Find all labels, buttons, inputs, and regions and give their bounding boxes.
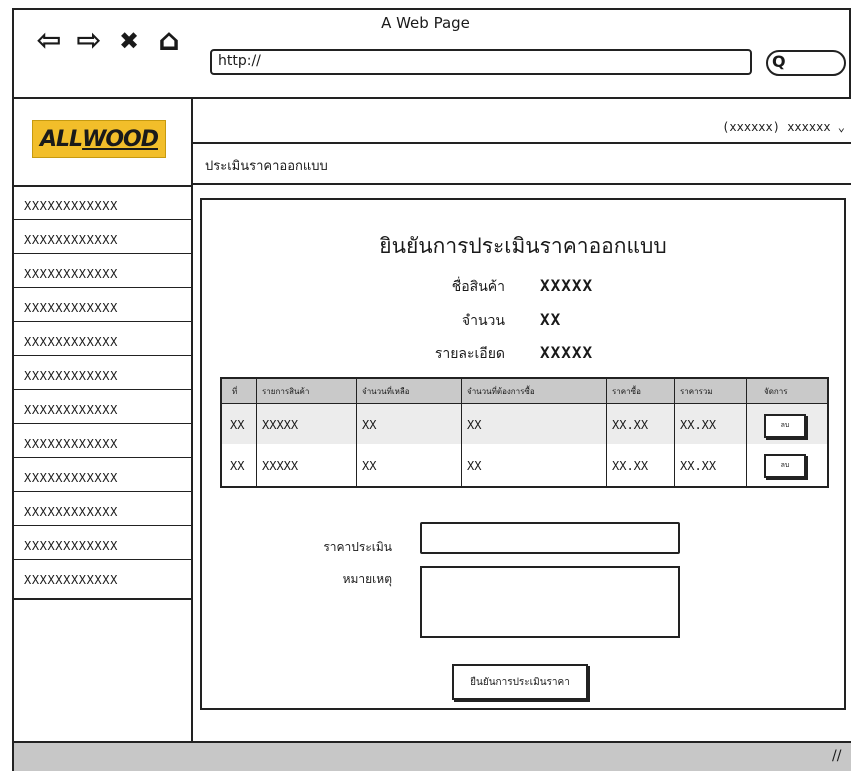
user-menu-dropdown[interactable]: (xxxxxx) xxxxxx ⌄ bbox=[660, 120, 845, 134]
product-name-value: XXXXX bbox=[540, 276, 594, 295]
cell-price: XX.XX bbox=[612, 418, 649, 432]
col-header-wanted: จำนวนที่ต้องการซื้อ bbox=[467, 387, 535, 396]
col-header-remaining: จำนวนที่เหลือ bbox=[362, 387, 410, 396]
col-header-item: รายการสินค้า bbox=[262, 387, 310, 396]
menu-divider bbox=[14, 355, 191, 356]
table-header: ที่ รายการสินค้า จำนวนที่เหลือ จำนวนที่ต… bbox=[222, 379, 827, 403]
sidebar-item[interactable]: XXXXXXXXXXXX bbox=[24, 233, 184, 247]
sidebar-item[interactable]: XXXXXXXXXXXX bbox=[24, 437, 184, 451]
cell-remaining: XX bbox=[362, 459, 377, 473]
cell-no: XX bbox=[230, 459, 245, 473]
table-column-rule bbox=[356, 379, 357, 486]
quantity-value: XX bbox=[540, 310, 562, 329]
col-header-price: ราคาซื้อ bbox=[612, 387, 641, 396]
table-column-rule bbox=[461, 379, 462, 486]
cell-no: XX bbox=[230, 418, 245, 432]
cell-total: XX.XX bbox=[680, 418, 717, 432]
sidebar-menu: XXXXXXXXXXXX XXXXXXXXXXXX XXXXXXXXXXXX X… bbox=[12, 185, 193, 600]
url-input[interactable]: http:// bbox=[210, 49, 752, 75]
menu-divider bbox=[14, 423, 191, 424]
sidebar-item[interactable]: XXXXXXXXXXXX bbox=[24, 573, 184, 587]
sidebar-item[interactable]: XXXXXXXXXXXX bbox=[24, 335, 184, 349]
cell-wanted: XX bbox=[467, 418, 482, 432]
sidebar-item[interactable]: XXXXXXXXXXXX bbox=[24, 403, 184, 417]
note-textarea[interactable] bbox=[420, 566, 680, 638]
sidebar-item[interactable]: XXXXXXXXXXXX bbox=[24, 267, 184, 281]
header-divider bbox=[193, 142, 851, 144]
sidebar-item[interactable]: XXXXXXXXXXXX bbox=[24, 471, 184, 485]
status-bar bbox=[12, 743, 851, 771]
delete-row-button[interactable]: ลบ bbox=[764, 414, 806, 438]
menu-divider bbox=[14, 491, 191, 492]
logo-suffix: WOOD bbox=[82, 126, 159, 152]
table-row: XX XXXXX XX XX XX.XX XX.XX ลบ bbox=[222, 404, 827, 444]
items-table: ที่ รายการสินค้า จำนวนที่เหลือ จำนวนที่ต… bbox=[220, 377, 829, 488]
header-divider bbox=[193, 183, 851, 185]
search-icon: Q bbox=[772, 52, 786, 71]
cell-item: XXXXX bbox=[262, 418, 299, 432]
resize-grip-icon[interactable]: // bbox=[832, 748, 841, 764]
sidebar-item[interactable]: XXXXXXXXXXXX bbox=[24, 539, 184, 553]
table-column-rule bbox=[746, 379, 747, 486]
allwood-logo[interactable]: ALL WOOD bbox=[32, 120, 166, 158]
quantity-label: จำนวน bbox=[461, 313, 505, 329]
menu-divider bbox=[14, 457, 191, 458]
menu-divider bbox=[14, 287, 191, 288]
table-column-rule bbox=[606, 379, 607, 486]
menu-divider bbox=[14, 219, 191, 220]
stop-icon[interactable]: ✖ bbox=[110, 26, 148, 56]
delete-row-button[interactable]: ลบ bbox=[764, 454, 806, 478]
sidebar-item[interactable]: XXXXXXXXXXXX bbox=[24, 199, 184, 213]
back-icon[interactable]: ⇦ bbox=[30, 26, 68, 56]
cell-total: XX.XX bbox=[680, 459, 717, 473]
sidebar-empty-area bbox=[12, 600, 193, 742]
note-label: หมายเหตุ bbox=[342, 572, 392, 586]
cell-wanted: XX bbox=[467, 459, 482, 473]
col-header-no: ที่ bbox=[232, 387, 238, 396]
table-column-rule bbox=[256, 379, 257, 486]
home-icon[interactable]: ⌂ bbox=[150, 26, 188, 56]
forward-icon[interactable]: ⇨ bbox=[70, 26, 108, 56]
logo-prefix: ALL bbox=[39, 126, 83, 152]
menu-divider bbox=[14, 525, 191, 526]
detail-label: รายละเอียด bbox=[434, 346, 505, 362]
price-label: ราคาประเมิน bbox=[323, 540, 392, 554]
menu-divider bbox=[14, 253, 191, 254]
page-breadcrumb: ประเมินราคาออกแบบ bbox=[205, 159, 328, 174]
table-row: XX XXXXX XX XX XX.XX XX.XX ลบ bbox=[222, 445, 827, 485]
browser-search-button[interactable]: Q bbox=[766, 50, 846, 76]
menu-divider bbox=[14, 321, 191, 322]
detail-value: XXXXX bbox=[540, 343, 594, 362]
sidebar-item[interactable]: XXXXXXXXXXXX bbox=[24, 369, 184, 383]
col-header-action: จัดการ bbox=[764, 387, 788, 396]
sidebar-item[interactable]: XXXXXXXXXXXX bbox=[24, 505, 184, 519]
sidebar-item[interactable]: XXXXXXXXXXXX bbox=[24, 301, 184, 315]
cell-remaining: XX bbox=[362, 418, 377, 432]
confirm-price-button[interactable]: ยืนยันการประเมินราคา bbox=[452, 664, 588, 700]
table-column-rule bbox=[674, 379, 675, 486]
menu-divider bbox=[14, 559, 191, 560]
col-header-total: ราคารวม bbox=[680, 387, 713, 396]
cell-item: XXXXX bbox=[262, 459, 299, 473]
page-title: ยินยันการประเมินราคาออกแบบ bbox=[379, 234, 667, 258]
price-input[interactable] bbox=[420, 522, 680, 554]
menu-divider bbox=[14, 389, 191, 390]
product-name-label: ชื่อสินค้า bbox=[451, 279, 505, 295]
cell-price: XX.XX bbox=[612, 459, 649, 473]
